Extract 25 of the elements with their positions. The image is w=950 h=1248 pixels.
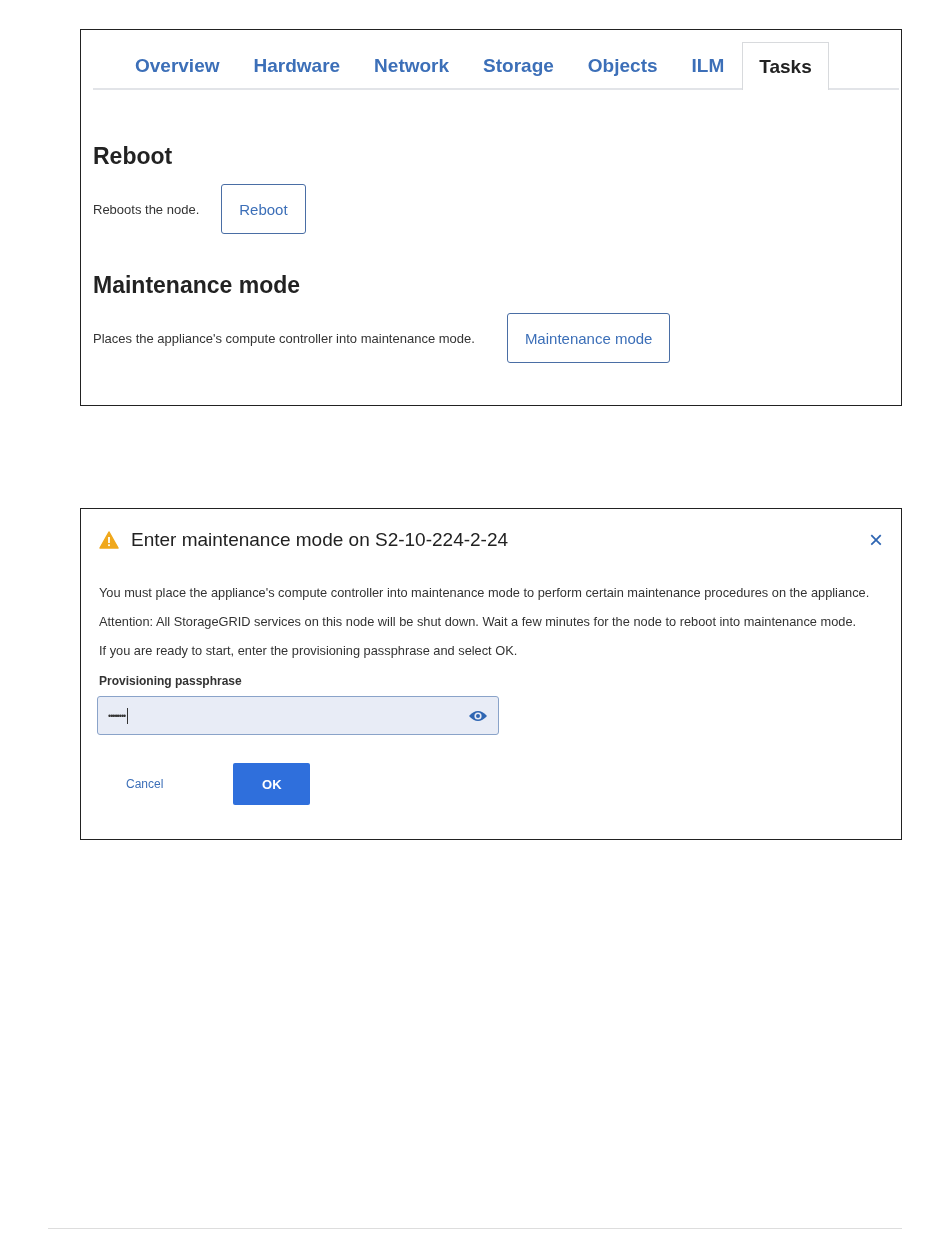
reboot-button[interactable]: Reboot <box>221 184 306 234</box>
dialog-text: If you are ready to start, enter the provisioning passphrase and select OK. <box>99 643 519 658</box>
cancel-button[interactable]: Cancel <box>116 769 174 799</box>
section-heading: Reboot <box>93 143 174 170</box>
tab[interactable]: ILM <box>675 42 741 88</box>
dialog-title: Enter maintenance mode on S2-10-224-2-24 <box>131 529 510 551</box>
section-description: Places the appliance's compute controller into maintenance mode. <box>93 330 475 346</box>
warning-icon <box>99 531 119 549</box>
section-heading: Maintenance mode <box>93 272 302 299</box>
field-label: Provisioning passphrase <box>99 674 243 688</box>
tab[interactable]: Hardware <box>237 42 357 88</box>
tab[interactable]: Tasks <box>742 42 829 90</box>
ok-button[interactable]: OK <box>233 763 311 805</box>
tab[interactable]: Storage <box>467 42 570 88</box>
show-password-icon[interactable] <box>468 708 488 723</box>
tab[interactable]: Overview <box>119 42 236 88</box>
passphrase-field[interactable]: •••••••• <box>97 696 499 735</box>
tab[interactable]: Network <box>358 42 466 88</box>
dialog-text: You must place the appliance's compute controller into maintenance mode to perform certain maintenance procedures on the appliance. <box>99 585 871 600</box>
maintenance-mode-button[interactable]: Maintenance mode <box>506 313 671 363</box>
dialog-text: Attention: All StorageGRID services on this node will be shut down. Wait a few minutes for the node to reboot into maintenance mode. <box>99 614 858 629</box>
tab[interactable]: Objects <box>571 42 674 88</box>
close-button[interactable]: × <box>865 526 887 554</box>
section-description: Reboots the node. <box>93 201 200 217</box>
field-value: •••••••• <box>108 710 126 721</box>
